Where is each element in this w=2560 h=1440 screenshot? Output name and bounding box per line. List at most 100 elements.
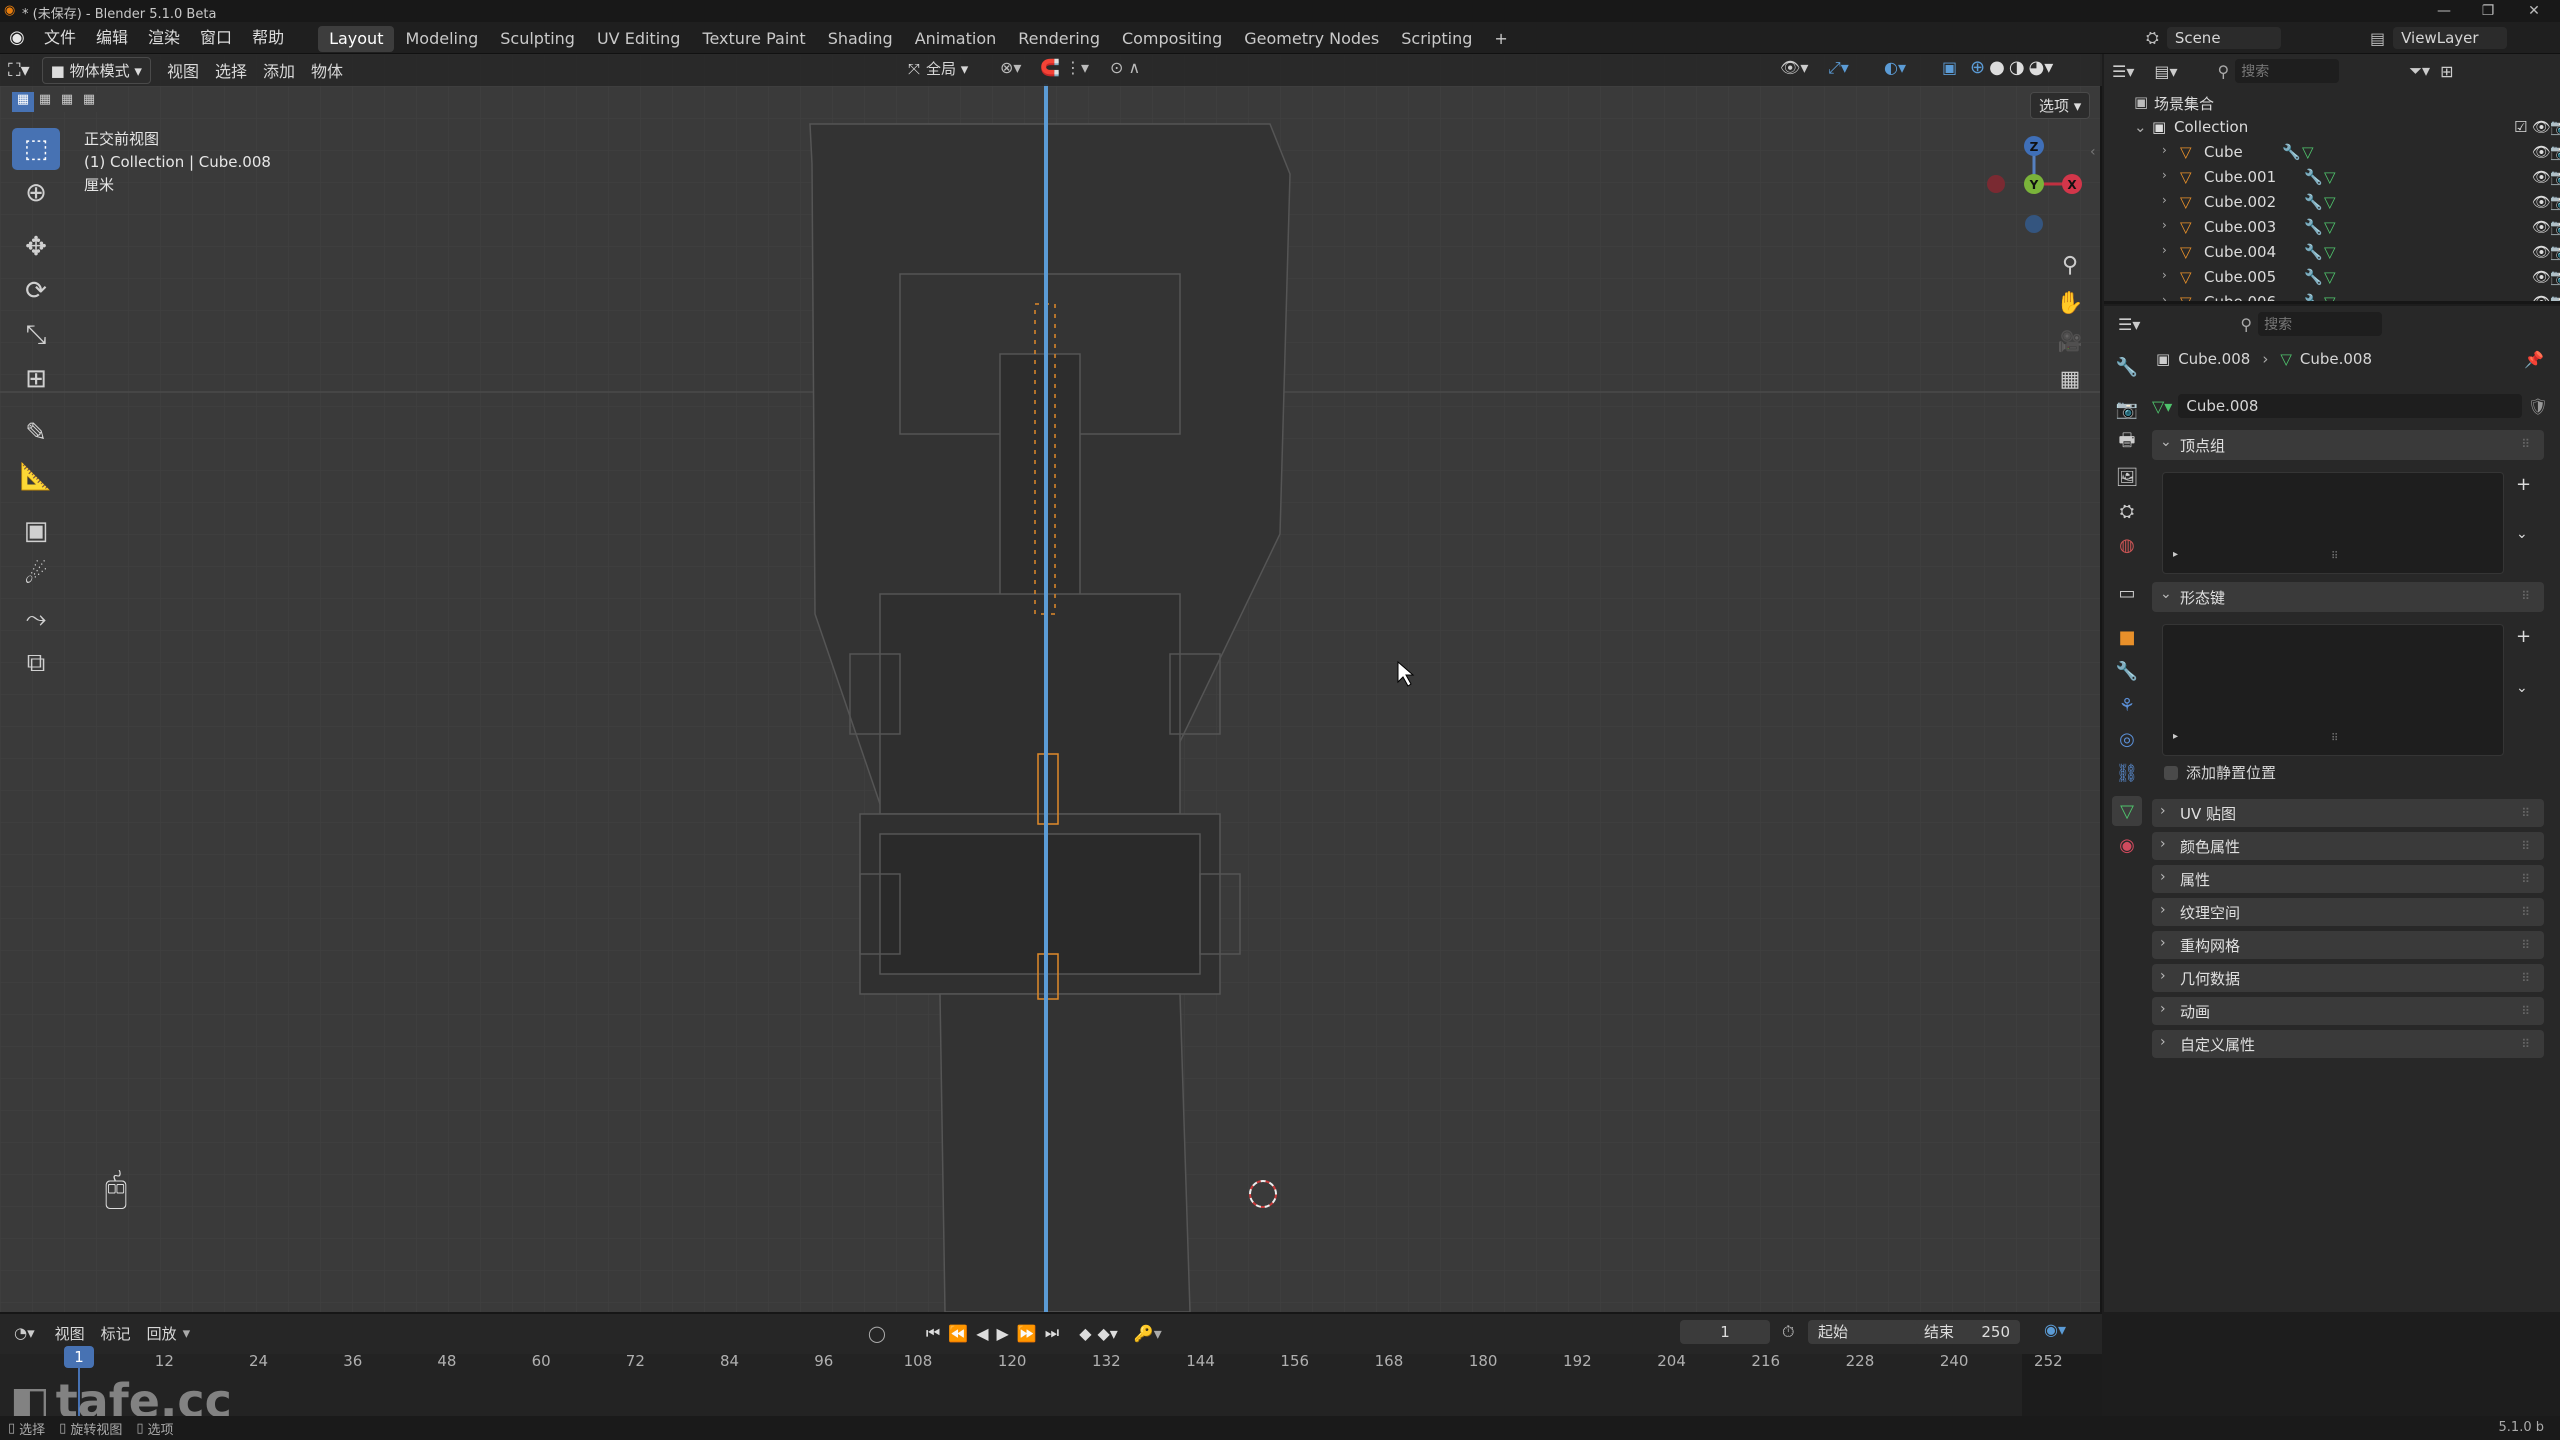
- panel-grip-icon[interactable]: ⠿: [2521, 1037, 2530, 1051]
- panel-grip-icon[interactable]: ⠿: [2521, 437, 2530, 451]
- timeline-track[interactable]: [0, 1354, 2102, 1416]
- panel-grip-icon[interactable]: ⠿: [2521, 971, 2530, 985]
- render-camera-icon[interactable]: 📷: [2550, 218, 2560, 236]
- auto-keying-icon[interactable]: ◯: [868, 1324, 886, 1343]
- panel-grip-icon[interactable]: ⠿: [2521, 806, 2530, 820]
- collection-camera-icon[interactable]: 📷: [2550, 118, 2560, 136]
- gizmo-toggle-icon[interactable]: ⤢▾: [1828, 58, 1849, 78]
- outliner-object-row[interactable]: ›▽Cube🔧▽👁📷: [2104, 140, 2560, 165]
- mesh-data-icon[interactable]: ▽: [2324, 193, 2336, 211]
- region-toggle-icon[interactable]: ‹: [2090, 144, 2096, 160]
- mesh-data-icon[interactable]: ▽: [2324, 168, 2336, 186]
- expand-icon[interactable]: ⌄: [2134, 118, 2147, 136]
- pivot-icon[interactable]: ⊗▾: [1000, 58, 1021, 77]
- mesh-data-icon[interactable]: ▽: [2324, 218, 2336, 236]
- add-cube-tool[interactable]: ▣: [12, 510, 60, 552]
- extrude-tool[interactable]: ⧉: [12, 642, 60, 684]
- menu-select[interactable]: 选择: [207, 58, 255, 82]
- keying-set-icon[interactable]: 🔑▾: [1134, 1324, 1162, 1343]
- menu-object[interactable]: 物体: [303, 58, 351, 82]
- panel-grip-icon[interactable]: ⠿: [2521, 589, 2530, 603]
- output-props-tab-icon[interactable]: 🖶: [2112, 428, 2142, 458]
- scene-selector[interactable]: ⛭ Scene: [2146, 25, 2281, 51]
- expand-icon[interactable]: ›: [2162, 268, 2167, 282]
- mesh-data-tab-icon[interactable]: ▽: [2112, 796, 2142, 826]
- tab-layout[interactable]: Layout: [318, 26, 395, 52]
- property-section-header[interactable]: › 属性 ⠿: [2152, 865, 2544, 893]
- vertex-group-menu-icon[interactable]: ⌄: [2516, 526, 2528, 542]
- property-section-header[interactable]: › 动画 ⠿: [2152, 997, 2544, 1025]
- menu-file[interactable]: 文件: [34, 22, 86, 54]
- render-camera-icon[interactable]: 📷: [2550, 193, 2560, 211]
- select-new-icon[interactable]: ▦: [12, 92, 34, 112]
- render-props-tab-icon[interactable]: 📷: [2112, 394, 2142, 424]
- tab-sculpting[interactable]: Sculpting: [489, 26, 586, 52]
- stopwatch-icon[interactable]: ⏱: [1782, 1322, 1794, 1342]
- scale-tool[interactable]: ⤡: [12, 314, 60, 356]
- modifier-icon[interactable]: 🔧: [2304, 218, 2323, 236]
- menu-add[interactable]: 添加: [255, 58, 303, 82]
- panel-grip-icon[interactable]: ⠿: [2521, 938, 2530, 952]
- tab-compositing[interactable]: Compositing: [1111, 26, 1233, 52]
- render-camera-icon[interactable]: 📷: [2550, 243, 2560, 261]
- add-shape-key-button[interactable]: +: [2516, 626, 2531, 647]
- smooth-tool[interactable]: ☄: [12, 554, 60, 596]
- timeline-editor-icon[interactable]: ◔▾: [14, 1324, 35, 1342]
- new-collection-icon[interactable]: ⊞: [2440, 62, 2453, 81]
- property-section-header[interactable]: › UV 贴图 ⠿: [2152, 799, 2544, 827]
- select-intersect-icon[interactable]: ▦: [78, 92, 100, 112]
- timeline-view-toggle-icon[interactable]: ◉▾: [2044, 1320, 2066, 1339]
- snap-icon[interactable]: 🧲 ⋮▾: [1040, 58, 1089, 77]
- outliner-object-row[interactable]: ›▽Cube.005🔧▽👁📷: [2104, 265, 2560, 290]
- zoom-icon[interactable]: ⚲: [2054, 246, 2086, 284]
- tab-modeling[interactable]: Modeling: [394, 26, 489, 52]
- tab-rendering[interactable]: Rendering: [1007, 26, 1111, 52]
- cursor-tool[interactable]: ⊕: [12, 172, 60, 214]
- keyframe-prev-icon[interactable]: ◆: [1079, 1324, 1091, 1343]
- outliner-editor-icon[interactable]: ☰▾: [2112, 62, 2134, 81]
- close-button[interactable]: ✕: [2514, 0, 2554, 22]
- menu-window[interactable]: 窗口: [190, 22, 242, 54]
- property-section-header[interactable]: › 重构网格 ⠿: [2152, 931, 2544, 959]
- tool-props-tab-icon[interactable]: 🔧: [2112, 352, 2142, 382]
- jump-start-icon[interactable]: ⏮: [926, 1323, 940, 1343]
- object-props-tab-icon[interactable]: ■: [2112, 622, 2142, 652]
- add-workspace-button[interactable]: +: [1483, 26, 1518, 52]
- panel-grip-icon[interactable]: ⠿: [2521, 905, 2530, 919]
- render-camera-icon[interactable]: 📷: [2550, 168, 2560, 186]
- scene-props-tab-icon[interactable]: ⛭: [2112, 496, 2142, 526]
- mesh-name-field[interactable]: Cube.008: [2178, 394, 2522, 418]
- outliner-object-row[interactable]: ›▽Cube.004🔧▽👁📷: [2104, 240, 2560, 265]
- add-rest-position-row[interactable]: 添加静置位置: [2164, 762, 2276, 783]
- list-resize-grip-icon[interactable]: ⠿: [2331, 733, 2338, 744]
- view-layer-tab-icon[interactable]: 🖼: [2112, 462, 2142, 492]
- tab-geometry-nodes[interactable]: Geometry Nodes: [1233, 26, 1390, 52]
- mesh-data-icon[interactable]: ▽: [2324, 243, 2336, 261]
- modifier-icon[interactable]: 🔧: [2282, 143, 2301, 161]
- render-camera-icon[interactable]: 📷: [2550, 293, 2560, 301]
- property-section-header[interactable]: › 几何数据 ⠿: [2152, 964, 2544, 992]
- next-keyframe-icon[interactable]: ⏩: [1017, 1324, 1037, 1343]
- breadcrumb-object[interactable]: Cube.008: [2178, 350, 2250, 368]
- keyframe-next-icon[interactable]: ◆▾: [1098, 1324, 1118, 1343]
- menu-view[interactable]: 视图: [159, 58, 207, 82]
- modifier-icon[interactable]: 🔧: [2304, 193, 2323, 211]
- annotate-tool[interactable]: ✎: [12, 412, 60, 454]
- property-section-header[interactable]: › 自定义属性 ⠿: [2152, 1030, 2544, 1058]
- outliner-object-row[interactable]: ›▽Cube.001🔧▽👁📷: [2104, 165, 2560, 190]
- shape-keys-panel[interactable]: ⌄ 形态键 ⠿: [2152, 582, 2544, 612]
- tab-shading[interactable]: Shading: [817, 26, 904, 52]
- mode-dropdown[interactable]: ■ 物体模式 ▾: [41, 56, 151, 84]
- shape-key-menu-icon[interactable]: ⌄: [2516, 680, 2528, 696]
- select-box-tool[interactable]: ⬚: [12, 128, 60, 170]
- gizmo-neg-z-axis[interactable]: [2025, 215, 2043, 233]
- pin-icon[interactable]: 📌: [2524, 350, 2544, 369]
- vertex-groups-panel[interactable]: ⌄ 顶点组 ⠿: [2152, 430, 2544, 460]
- render-camera-icon[interactable]: 📷: [2550, 143, 2560, 161]
- measure-tool[interactable]: 📐: [12, 456, 60, 498]
- add-rest-position-checkbox[interactable]: [2164, 765, 2178, 780]
- expand-icon[interactable]: ›: [2162, 168, 2167, 182]
- visibility-eye-icon[interactable]: 👁: [2532, 293, 2551, 301]
- transform-tool[interactable]: ⊞: [12, 358, 60, 400]
- physics-props-tab-icon[interactable]: ◎: [2112, 724, 2142, 754]
